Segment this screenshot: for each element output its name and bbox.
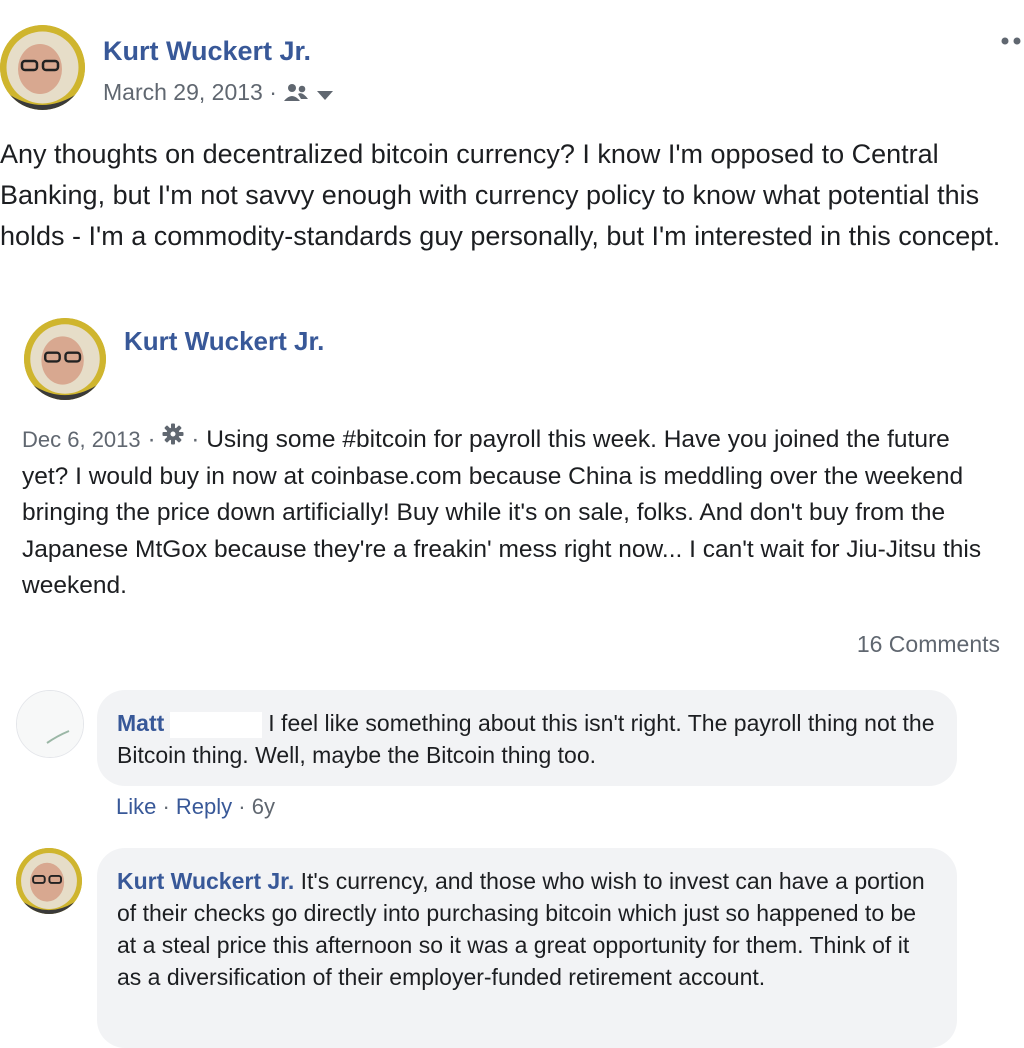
more-options-icon[interactable] (1000, 34, 1024, 52)
post-text: Any thoughts on decentralized bitcoin cu… (0, 139, 1001, 251)
comment-actions: Like · Reply · 6y (116, 794, 275, 819)
shared-post-date[interactable]: Dec 6, 2013 (22, 427, 141, 452)
redacted-surname (170, 711, 263, 738)
comment-avatar-kurt[interactable] (16, 848, 82, 914)
like-button[interactable]: Like (116, 794, 156, 819)
comment-bubble: Matt I feel like something about this isn… (97, 690, 957, 786)
post-author-avatar[interactable] (0, 25, 85, 110)
comments-count[interactable]: 16 Comments (857, 628, 1000, 660)
friends-icon[interactable] (283, 78, 309, 110)
comment-avatar-matt[interactable] (16, 690, 84, 758)
shared-author-name[interactable]: Kurt Wuckert Jr. (124, 324, 324, 358)
post-meta: March 29, 2013 · (103, 76, 334, 110)
comment-age[interactable]: 6y (252, 794, 275, 819)
post-author-name[interactable]: Kurt Wuckert Jr. (103, 34, 311, 68)
shared-author-avatar[interactable] (24, 318, 106, 400)
comment-bubble: Kurt Wuckert Jr. It's currency, and thos… (97, 848, 957, 1048)
comment-author-name[interactable]: Kurt Wuckert Jr. (117, 868, 294, 894)
shared-post-body: Dec 6, 2013 · · Using some #bitcoin for … (22, 422, 982, 605)
comment-author-name[interactable]: Matt (117, 710, 164, 736)
reply-button[interactable]: Reply (176, 794, 232, 819)
post-date[interactable]: March 29, 2013 (103, 79, 263, 105)
gear-icon[interactable] (162, 420, 184, 457)
caret-down-icon[interactable] (316, 78, 334, 110)
